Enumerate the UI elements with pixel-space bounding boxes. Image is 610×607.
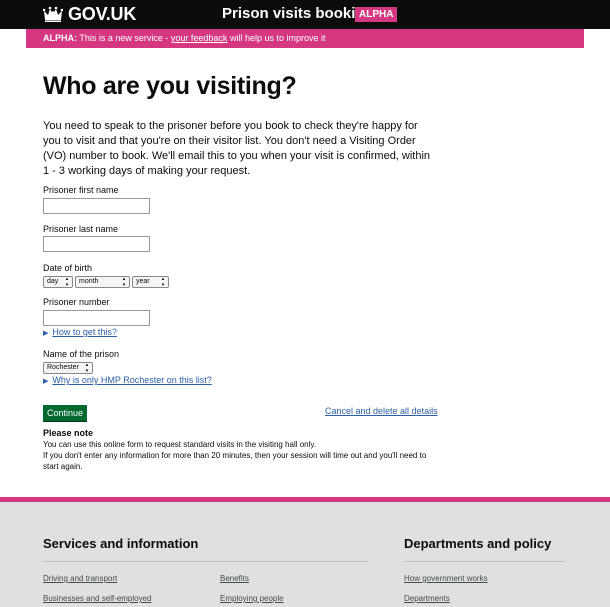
phase-tag: ALPHA	[355, 7, 398, 22]
global-header: GOV.UK Prison visits booking ALPHA	[0, 0, 610, 29]
govuk-logo-link[interactable]: GOV.UK	[68, 4, 136, 25]
triangle-right-icon: ▶	[43, 330, 49, 337]
last-name-input[interactable]	[43, 236, 150, 252]
dob-selects: day month year	[43, 276, 169, 288]
footer-link-driving[interactable]: Driving and transport	[43, 574, 117, 583]
footer-link-benefits[interactable]: Benefits	[220, 574, 249, 583]
footer-link-departments[interactable]: Departments	[404, 594, 450, 603]
dob-year-select[interactable]: year	[132, 276, 169, 288]
prison-select-wrapper: Rochester	[43, 362, 93, 374]
footer-link-employing[interactable]: Employing people	[220, 594, 284, 603]
dob-month-select[interactable]: month	[75, 276, 130, 288]
prison-help[interactable]: ▶ Why is only HMP Rochester on this list?	[43, 375, 212, 385]
footer-divider	[43, 561, 368, 562]
first-name-input[interactable]	[43, 198, 150, 214]
continue-button[interactable]: Continue	[43, 405, 87, 421]
prisoner-number-label: Prisoner number	[43, 297, 110, 307]
page-title: Who are you visiting?	[43, 72, 297, 100]
footer-link-how-government-works[interactable]: How government works	[404, 574, 488, 583]
note-text: You can use this online form to request …	[43, 439, 433, 472]
phase-banner: ALPHA: This is a new service - your feed…	[26, 29, 584, 48]
note-title: Please note	[43, 428, 94, 438]
footer-services-title: Services and information	[43, 536, 199, 551]
prison-select[interactable]: Rochester	[43, 362, 93, 374]
dob-day-select[interactable]: day	[43, 276, 73, 288]
prison-name-label: Name of the prison	[43, 349, 120, 359]
footer-link-businesses[interactable]: Businesses and self-employed	[43, 594, 152, 603]
note-line-1: You can use this online form to request …	[43, 440, 317, 449]
prison-help-link[interactable]: Why is only HMP Rochester on this list?	[52, 375, 211, 385]
dob-label: Date of birth	[43, 263, 93, 273]
crown-icon[interactable]	[43, 6, 63, 22]
phase-banner-text-before: This is a new service -	[79, 33, 169, 43]
first-name-label: Prisoner first name	[43, 185, 119, 195]
footer-departments-title: Departments and policy	[404, 536, 552, 551]
last-name-label: Prisoner last name	[43, 224, 119, 234]
triangle-right-icon: ▶	[43, 378, 49, 385]
prisoner-number-help[interactable]: ▶ How to get this?	[43, 327, 117, 337]
footer: Services and information Driving and tra…	[0, 502, 610, 607]
phase-banner-label: ALPHA:	[43, 33, 77, 43]
prisoner-number-input[interactable]	[43, 310, 150, 326]
prisoner-number-help-link[interactable]: How to get this?	[52, 327, 117, 337]
feedback-link[interactable]: your feedback	[171, 33, 228, 43]
footer-divider	[404, 561, 566, 562]
note-line-2: If you don't enter any information for m…	[43, 451, 427, 471]
cancel-link[interactable]: Cancel and delete all details	[325, 406, 438, 416]
phase-banner-text-after: will help us to improve it	[229, 33, 326, 43]
service-name-link[interactable]: Prison visits booking	[222, 5, 374, 22]
intro-text: You need to speak to the prisoner before…	[43, 120, 431, 177]
